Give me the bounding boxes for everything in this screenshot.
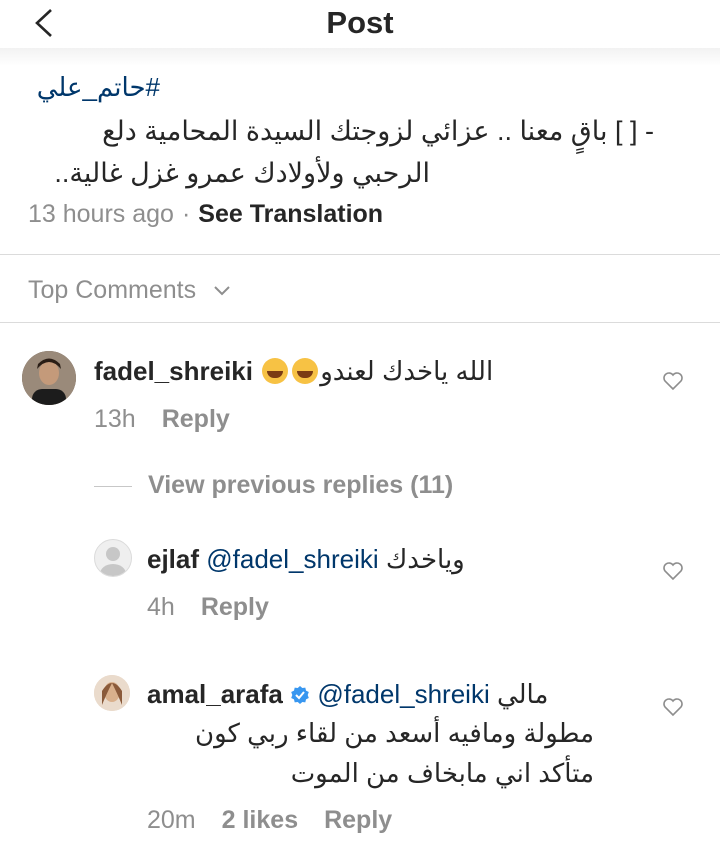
- comment-body: الله ياخدك لعندو: [260, 356, 493, 386]
- reply-text: ejlaf @fadel_shreiki وياخدك: [147, 544, 465, 575]
- default-avatar-icon: [100, 547, 126, 576]
- reply-button[interactable]: Reply: [324, 806, 392, 834]
- reply-button[interactable]: Reply: [162, 405, 230, 433]
- top-comments-selector[interactable]: Top Comments: [28, 276, 231, 305]
- top-comments-label: Top Comments: [28, 276, 197, 304]
- hashtag-link[interactable]: #حاتم_علي: [37, 72, 160, 103]
- reply-mention[interactable]: @fadel_shreiki: [206, 544, 378, 574]
- reply-mention[interactable]: @fadel_shreiki: [317, 679, 489, 709]
- verified-badge-icon: [291, 686, 309, 704]
- heart-icon[interactable]: [662, 561, 684, 581]
- laughing-tears-emoji: [262, 358, 289, 384]
- likes-count[interactable]: 2 likes: [222, 806, 298, 834]
- avatar[interactable]: [94, 539, 132, 577]
- reply-username[interactable]: ejlaf: [147, 544, 199, 574]
- caption-line-2: الرحبي ولأولادك عمرو غزل غالية..: [54, 158, 430, 188]
- avatar[interactable]: [94, 675, 130, 711]
- section-divider: [0, 322, 720, 323]
- comment-time: 13h: [94, 405, 136, 433]
- comment-username[interactable]: fadel_shreiki: [94, 356, 253, 386]
- reply-text: amal_arafa @fadel_shreiki مالي: [147, 679, 548, 710]
- reply-time: 4h: [147, 593, 175, 621]
- reply-body: وياخدك: [385, 544, 465, 574]
- avatar-photo: [22, 351, 76, 405]
- avatar[interactable]: [22, 351, 76, 405]
- view-previous-replies-button[interactable]: View previous replies (11): [94, 471, 453, 500]
- heart-icon[interactable]: [662, 697, 684, 717]
- reply-username[interactable]: amal_arafa: [147, 679, 283, 709]
- reply-button[interactable]: Reply: [201, 593, 269, 621]
- nav-bar: Post: [0, 0, 720, 48]
- meta-separator: ·: [181, 200, 191, 228]
- reply-body-line-1: مالي: [496, 679, 549, 709]
- nav-divider: [0, 48, 720, 66]
- reply-time: 20m: [147, 806, 196, 834]
- see-translation-button[interactable]: See Translation: [198, 200, 383, 228]
- avatar-photo: [94, 675, 130, 711]
- reply-meta: 20m 2 likes Reply: [147, 806, 392, 835]
- view-previous-label: View previous replies (11): [148, 471, 454, 499]
- reply-body-line-3: متأكد اني مابخاف من الموت: [290, 758, 594, 788]
- thread-line: [94, 485, 132, 487]
- comment-body-text: الله ياخدك لعندو: [320, 356, 494, 386]
- caption-time: 13 hours ago: [28, 200, 174, 228]
- laughing-tears-emoji: [292, 358, 319, 384]
- comment-text: fadel_shreiki الله ياخدك لعندو: [94, 356, 493, 387]
- caption-meta: 13 hours ago · See Translation: [28, 200, 383, 229]
- heart-icon[interactable]: [662, 371, 684, 391]
- reply-body-line-2: مطولة ومافيه أسعد من لقاء ربي كون: [194, 718, 594, 748]
- caption-line-1: - [ ] باقٍ معنا .. عزائي لزوجتك السيدة ا…: [102, 116, 654, 146]
- section-divider: [0, 254, 720, 255]
- chevron-down-icon: [214, 286, 230, 296]
- page-title: Post: [326, 5, 394, 40]
- comment-meta: 13h Reply: [94, 405, 230, 434]
- reply-meta: 4h Reply: [147, 593, 269, 622]
